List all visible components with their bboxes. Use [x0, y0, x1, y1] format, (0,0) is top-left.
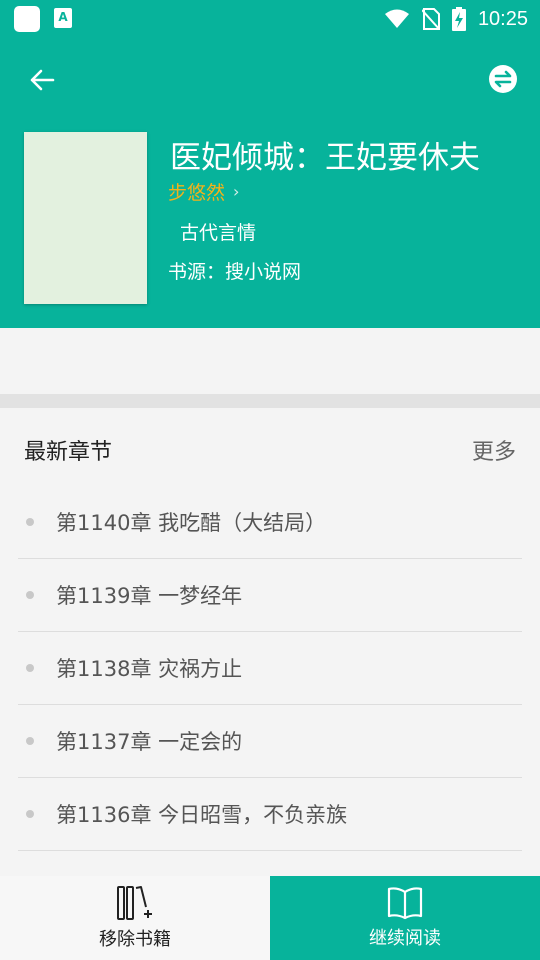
bullet-dot-icon — [26, 518, 34, 526]
bookshelf-remove-icon — [117, 886, 152, 920]
change-source-button[interactable] — [488, 64, 518, 94]
chapter-list: 第1140章 我吃醋（大结局） 第1139章 一梦经年 第1138章 灾祸方止 … — [18, 486, 522, 851]
status-time: 10:25 — [477, 7, 528, 30]
app-notification-icon: A — [54, 8, 72, 28]
chapter-title: 第1139章 一梦经年 — [56, 584, 243, 608]
chapter-title: 第1140章 我吃醋（大结局） — [56, 511, 327, 535]
bullet-dot-icon — [26, 810, 34, 818]
bottom-action-bar: 移除书籍 继续阅读 — [0, 876, 540, 960]
bullet-dot-icon — [26, 664, 34, 672]
book-category: 古代言情 — [180, 222, 257, 244]
book-header: 医妃倾城：王妃要休夫 步悠然 › 古代言情 书源： 搜小说网 — [0, 38, 540, 328]
status-bar: A 10:25 — [0, 0, 540, 38]
bullet-dot-icon — [26, 737, 34, 745]
content-gap — [0, 328, 540, 394]
more-chapters-button[interactable]: 更多 — [472, 434, 516, 466]
continue-reading-label: 继续阅读 — [369, 928, 441, 949]
arrow-left-icon — [30, 69, 55, 91]
back-button[interactable] — [22, 60, 62, 100]
book-cover[interactable] — [24, 132, 147, 304]
chapter-item[interactable]: 第1138章 灾祸方止 — [18, 632, 522, 705]
swap-source-icon — [489, 65, 517, 93]
section-divider — [0, 394, 540, 408]
author-link[interactable]: 步悠然 › — [168, 178, 239, 205]
battery-charging-icon — [451, 7, 466, 31]
book-source: 书源： 搜小说网 — [168, 257, 301, 284]
source-name: 搜小说网 — [225, 261, 302, 283]
chapter-title: 第1138章 灾祸方止 — [56, 657, 243, 681]
latest-chapters-section: 最新章节 更多 第1140章 我吃醋（大结局） 第1139章 一梦经年 第113… — [0, 408, 540, 876]
bullet-dot-icon — [26, 591, 34, 599]
continue-reading-button[interactable]: 继续阅读 — [270, 876, 540, 960]
open-book-icon — [387, 887, 423, 920]
author-name: 步悠然 — [168, 182, 226, 204]
chapter-item[interactable]: 第1140章 我吃醋（大结局） — [18, 486, 522, 559]
book-title: 医妃倾城：王妃要休夫 — [170, 140, 480, 176]
no-sim-icon — [421, 8, 440, 30]
chapter-title: 第1136章 今日昭雪，不负亲族 — [56, 803, 348, 827]
remove-book-label: 移除书籍 — [99, 929, 171, 950]
source-label: 书源： — [168, 261, 226, 283]
chapter-item[interactable]: 第1137章 一定会的 — [18, 705, 522, 778]
chapter-item[interactable]: 第1139章 一梦经年 — [18, 559, 522, 632]
remove-book-button[interactable]: 移除书籍 — [0, 876, 270, 960]
chevron-right-icon: › — [233, 182, 240, 201]
chapters-title: 最新章节 — [24, 440, 113, 465]
chapter-item[interactable]: 第1136章 今日昭雪，不负亲族 — [18, 778, 522, 851]
wifi-icon — [384, 9, 409, 28]
chapter-title: 第1137章 一定会的 — [56, 730, 243, 754]
app-square-icon — [14, 6, 40, 32]
chapters-header: 最新章节 更多 — [0, 408, 540, 490]
